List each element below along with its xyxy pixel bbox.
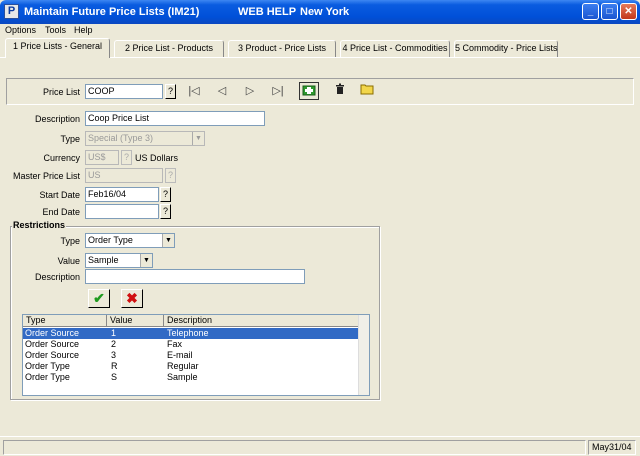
price-list-lookup-button[interactable]: ?: [165, 84, 176, 99]
status-date: May31/04: [588, 440, 636, 455]
cell-value: 3: [111, 350, 117, 360]
restrictions-list[interactable]: Type Value Description Order Source 1 Te…: [22, 314, 370, 396]
tab-price-lists-general[interactable]: 1 Price Lists - General: [5, 38, 110, 58]
table-row[interactable]: Order Source 1 Telephone: [23, 328, 359, 339]
cell-type: Order Source: [25, 339, 80, 349]
list-scrollbar[interactable]: [358, 315, 369, 395]
next-record-icon[interactable]: ▷: [242, 83, 258, 99]
price-list-label: Price List: [42, 87, 80, 97]
cell-description: Regular: [167, 361, 199, 371]
restriction-type-label: Type: [60, 236, 80, 246]
column-header-value[interactable]: Value: [107, 315, 164, 327]
currency-input: US$: [85, 150, 119, 165]
menu-bar: Options Tools Help: [0, 24, 640, 36]
menu-tools[interactable]: Tools: [45, 25, 66, 35]
list-header: Type Value Description: [23, 315, 359, 327]
open-folder-icon[interactable]: [357, 82, 377, 100]
table-row[interactable]: Order Source 3 E-mail: [23, 350, 359, 361]
price-list-input[interactable]: COOP: [85, 84, 163, 99]
end-date-input[interactable]: [85, 204, 159, 219]
cell-value: S: [111, 372, 118, 382]
end-date-lookup-button[interactable]: ?: [160, 204, 171, 219]
accept-checkmark-icon[interactable]: ✔: [88, 289, 110, 308]
restrictions-title: Restrictions: [12, 220, 67, 230]
table-row[interactable]: Order Type R Regular: [23, 361, 359, 372]
app-icon[interactable]: P: [4, 4, 19, 19]
tab-price-list-commodities[interactable]: 4 Price List - Commodities: [340, 40, 450, 57]
window-title: Maintain Future Price Lists (IM21): [24, 6, 200, 18]
cell-description: E-mail: [167, 350, 193, 360]
restriction-description-input[interactable]: [85, 269, 305, 284]
first-record-icon[interactable]: |◁: [186, 83, 202, 99]
restriction-type-value: Order Type: [88, 235, 133, 245]
cell-description: Telephone: [167, 328, 209, 338]
cell-value: 1: [111, 328, 117, 338]
restriction-value-value: Sample: [88, 255, 119, 265]
type-label: Type: [60, 134, 80, 144]
delete-trash-icon[interactable]: [330, 82, 350, 100]
menu-help[interactable]: Help: [74, 25, 93, 35]
tab-price-list-products[interactable]: 2 Price List - Products: [114, 40, 224, 57]
description-label: Description: [34, 114, 80, 124]
previous-record-icon[interactable]: ◁: [214, 83, 230, 99]
start-date-input[interactable]: Feb16/04: [85, 187, 159, 202]
currency-name: US Dollars: [135, 153, 179, 163]
column-header-type[interactable]: Type: [23, 315, 107, 327]
start-date-label: Start Date: [39, 190, 80, 200]
cell-type: Order Source: [25, 328, 80, 338]
table-row[interactable]: Order Source 2 Fax: [23, 339, 359, 350]
type-select-value: Special (Type 3): [88, 133, 154, 143]
cell-description: Sample: [167, 372, 198, 382]
cancel-x-icon[interactable]: ✖: [121, 289, 143, 308]
start-date-lookup-button[interactable]: ?: [160, 187, 171, 202]
add-record-icon[interactable]: [299, 82, 319, 100]
menu-options[interactable]: Options: [5, 25, 36, 35]
web-help-link[interactable]: WEB HELP: [238, 6, 296, 18]
master-price-list-input: US: [85, 168, 163, 183]
title-bar[interactable]: P Maintain Future Price Lists (IM21) WEB…: [0, 0, 640, 24]
chevron-down-icon[interactable]: ▼: [162, 234, 174, 247]
cell-value: 2: [111, 339, 117, 349]
tab-product-price-lists[interactable]: 3 Product - Price Lists: [228, 40, 336, 57]
location-label: New York: [300, 6, 350, 18]
currency-label: Currency: [43, 153, 80, 163]
master-price-list-label: Master Price List: [12, 171, 80, 181]
restriction-value-label: Value: [57, 256, 80, 266]
table-row[interactable]: Order Type S Sample: [23, 372, 359, 383]
restriction-value-select[interactable]: Sample ▼: [85, 253, 153, 268]
minimize-icon[interactable]: _: [582, 3, 599, 20]
status-bar: May31/04: [0, 436, 640, 456]
chevron-down-icon[interactable]: ▼: [140, 254, 152, 267]
restriction-type-select[interactable]: Order Type ▼: [85, 233, 175, 248]
restriction-description-label: Description: [34, 272, 80, 282]
type-select: Special (Type 3) ▼: [85, 131, 205, 146]
master-price-list-lookup-button: ?: [165, 168, 176, 183]
cell-type: Order Source: [25, 350, 80, 360]
column-header-description[interactable]: Description: [164, 315, 359, 327]
description-input[interactable]: Coop Price List: [85, 111, 265, 126]
chevron-down-icon: ▼: [192, 132, 204, 145]
close-icon[interactable]: ✕: [620, 3, 637, 20]
maximize-icon[interactable]: □: [601, 3, 618, 20]
currency-lookup-button: ?: [121, 150, 132, 165]
cell-value: R: [111, 361, 118, 371]
end-date-label: End Date: [42, 207, 80, 217]
last-record-icon[interactable]: ▷|: [270, 83, 286, 99]
cell-type: Order Type: [25, 361, 70, 371]
cell-description: Fax: [167, 339, 183, 349]
cell-type: Order Type: [25, 372, 70, 382]
status-message-pane: [3, 440, 586, 455]
tab-commodity-price-lists[interactable]: 5 Commodity - Price Lists: [454, 40, 558, 57]
